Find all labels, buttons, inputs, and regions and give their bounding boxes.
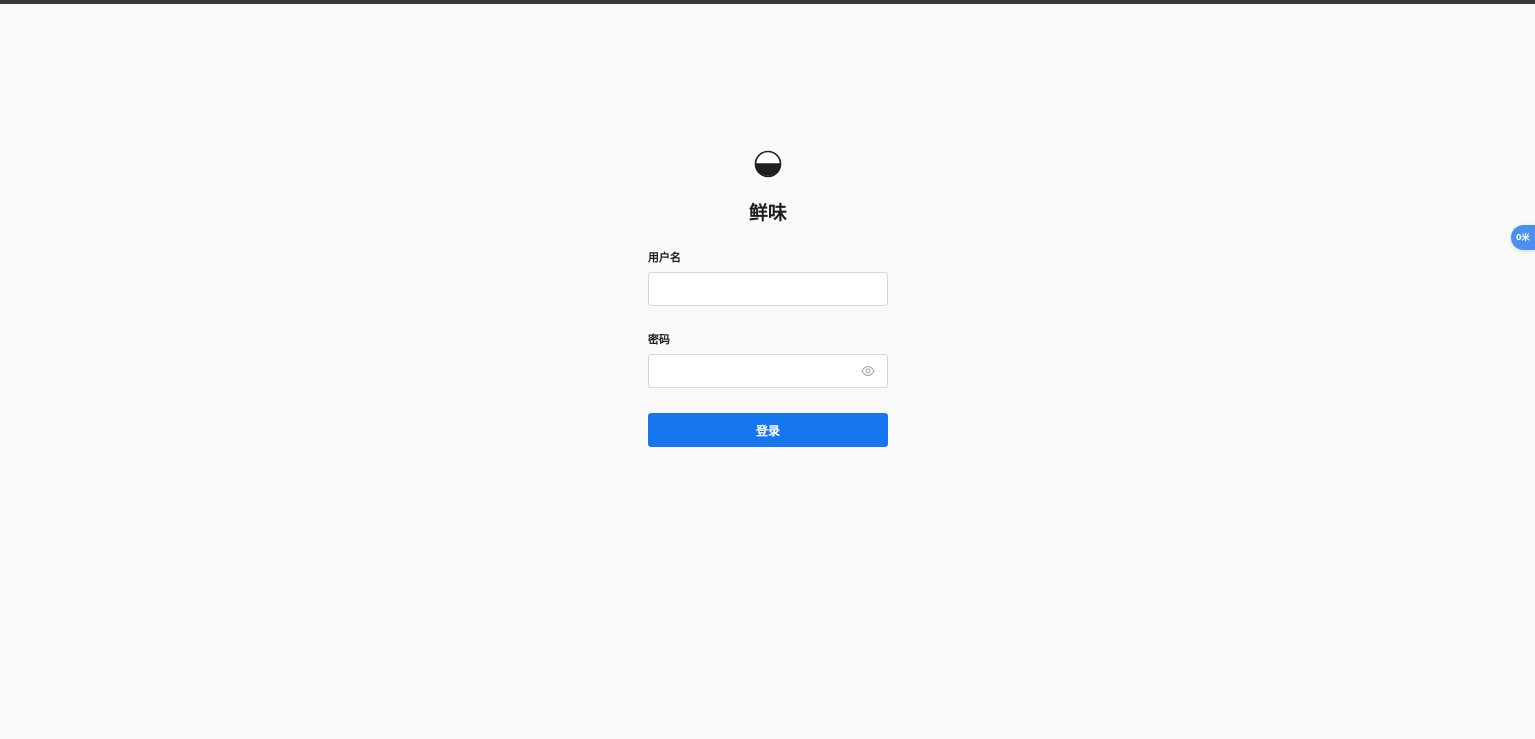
login-form: 鲜味 用户名 密码 登录 [648, 150, 888, 447]
brand-title: 鲜味 [748, 202, 787, 224]
username-field-container [648, 272, 888, 306]
login-button[interactable]: 登录 [648, 413, 888, 447]
password-label: 密码 [648, 333, 670, 346]
username-label: 用户名 [648, 251, 681, 264]
password-field-container [648, 354, 888, 388]
bowl-icon [754, 150, 782, 178]
password-input[interactable] [649, 355, 887, 387]
username-input[interactable] [649, 273, 887, 305]
eye-icon[interactable] [861, 365, 875, 377]
top-bar [0, 0, 1535, 4]
floating-badge[interactable]: 0米 [1511, 225, 1535, 250]
